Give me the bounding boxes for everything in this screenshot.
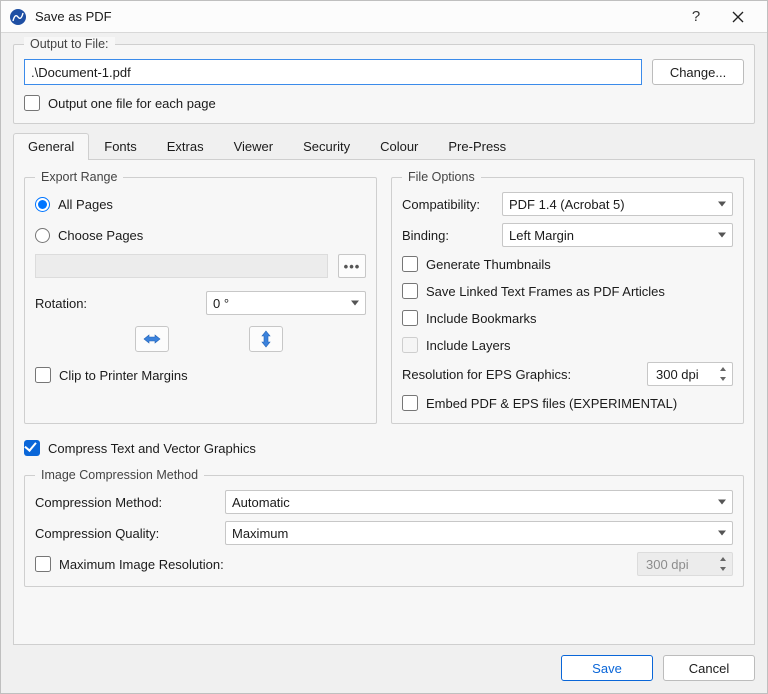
compression-quality-select[interactable]: Maximum xyxy=(225,521,733,545)
export-range-group: Export Range All Pages Choose Pages xyxy=(24,170,377,424)
compression-quality-label: Compression Quality: xyxy=(35,526,215,541)
tab-fonts[interactable]: Fonts xyxy=(89,133,152,160)
help-button[interactable]: ? xyxy=(675,3,717,31)
spin-up-button[interactable] xyxy=(716,364,730,374)
chevron-up-icon xyxy=(720,367,726,371)
mirror-horizontal-button[interactable] xyxy=(135,326,169,352)
image-compression-group: Image Compression Method Compression Met… xyxy=(24,468,744,587)
chevron-down-icon xyxy=(720,567,726,571)
output-path-input[interactable] xyxy=(24,59,642,85)
tab-security[interactable]: Security xyxy=(288,133,365,160)
cancel-button[interactable]: Cancel xyxy=(663,655,755,681)
compatibility-select[interactable]: PDF 1.4 (Acrobat 5) xyxy=(502,192,733,216)
tab-general[interactable]: General xyxy=(13,133,89,160)
spin-up-button xyxy=(716,554,730,564)
chevron-down-icon xyxy=(351,301,359,306)
save-linked-frames-checkbox[interactable]: Save Linked Text Frames as PDF Articles xyxy=(402,281,733,301)
tabpanel-general: Export Range All Pages Choose Pages xyxy=(13,160,755,645)
output-to-file-legend: Output to File: xyxy=(24,37,115,51)
rotation-label: Rotation: xyxy=(35,296,120,311)
app-icon xyxy=(9,8,27,26)
radio-choose-pages[interactable]: Choose Pages xyxy=(35,223,366,247)
binding-select[interactable]: Left Margin xyxy=(502,223,733,247)
max-image-resolution-checkbox[interactable]: Maximum Image Resolution: xyxy=(35,554,224,574)
radio-all-pages[interactable]: All Pages xyxy=(35,192,366,216)
ellipsis-icon: ••• xyxy=(344,259,361,274)
embed-pdf-eps-checkbox[interactable]: Embed PDF & EPS files (EXPERIMENTAL) xyxy=(402,393,733,413)
chevron-down-icon xyxy=(718,202,726,207)
include-bookmarks-checkbox[interactable]: Include Bookmarks xyxy=(402,308,733,328)
compression-method-label: Compression Method: xyxy=(35,495,215,510)
chevron-up-icon xyxy=(720,557,726,561)
chevron-down-icon xyxy=(718,500,726,505)
chevron-down-icon xyxy=(718,233,726,238)
rotation-select[interactable]: 0 ° xyxy=(206,291,366,315)
file-options-legend: File Options xyxy=(402,170,481,184)
tab-colour[interactable]: Colour xyxy=(365,133,433,160)
dialog-footer: Save Cancel xyxy=(1,651,767,693)
mirror-vertical-icon xyxy=(259,329,273,349)
compatibility-label: Compatibility: xyxy=(402,197,492,212)
choose-pages-browse-button[interactable]: ••• xyxy=(338,254,366,278)
mirror-vertical-button[interactable] xyxy=(249,326,283,352)
mirror-horizontal-icon xyxy=(142,332,162,346)
dialog-save-as-pdf: Save as PDF ? Output to File: Change... … xyxy=(0,0,768,694)
tab-extras[interactable]: Extras xyxy=(152,133,219,160)
titlebar: Save as PDF ? xyxy=(1,1,767,33)
compression-method-select[interactable]: Automatic xyxy=(225,490,733,514)
file-options-group: File Options Compatibility: PDF 1.4 (Acr… xyxy=(391,170,744,424)
tab-viewer[interactable]: Viewer xyxy=(219,133,289,160)
choose-pages-input xyxy=(35,254,328,278)
clip-to-printer-margins-checkbox[interactable]: Clip to Printer Margins xyxy=(35,365,366,385)
max-image-resolution-spinbox xyxy=(637,552,733,576)
tab-pre-press[interactable]: Pre-Press xyxy=(433,133,521,160)
eps-resolution-spinbox[interactable] xyxy=(647,362,733,386)
binding-label: Binding: xyxy=(402,228,492,243)
save-button[interactable]: Save xyxy=(561,655,653,681)
compress-text-vector-checkbox[interactable]: Compress Text and Vector Graphics xyxy=(24,438,744,458)
spin-down-button xyxy=(716,564,730,574)
spin-down-button[interactable] xyxy=(716,374,730,384)
eps-resolution-label: Resolution for EPS Graphics: xyxy=(402,367,637,382)
close-icon xyxy=(732,11,744,23)
chevron-down-icon xyxy=(720,377,726,381)
generate-thumbnails-checkbox[interactable]: Generate Thumbnails xyxy=(402,254,733,274)
export-range-legend: Export Range xyxy=(35,170,123,184)
include-layers-checkbox: Include Layers xyxy=(402,335,733,355)
change-button[interactable]: Change... xyxy=(652,59,744,85)
tab-bar: General Fonts Extras Viewer Security Col… xyxy=(13,132,755,160)
output-per-page-checkbox[interactable]: Output one file for each page xyxy=(24,93,744,113)
image-compression-legend: Image Compression Method xyxy=(35,468,204,482)
window-title: Save as PDF xyxy=(35,9,675,24)
chevron-down-icon xyxy=(718,531,726,536)
close-button[interactable] xyxy=(717,3,759,31)
output-to-file-group: Output to File: Change... Output one fil… xyxy=(13,37,755,124)
